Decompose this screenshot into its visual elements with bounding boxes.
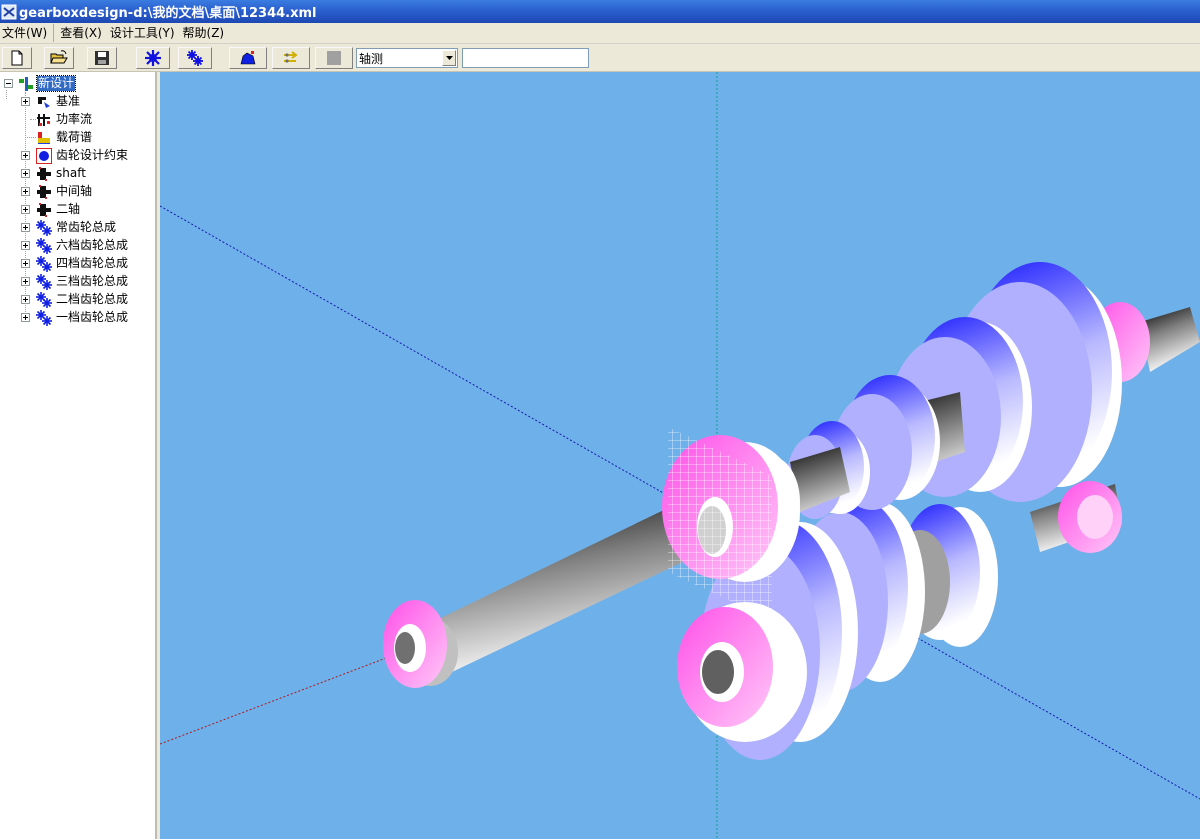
collapse-icon[interactable] bbox=[4, 79, 13, 88]
view-mode-value: 轴测 bbox=[359, 51, 384, 66]
expand-icon[interactable] bbox=[21, 169, 30, 178]
new-file-icon bbox=[11, 50, 23, 66]
tree-node-constant-gear[interactable]: 常齿轮总成 bbox=[0, 219, 150, 237]
tree-node-root[interactable]: 新设计 bbox=[2, 75, 152, 93]
menu-help[interactable]: 帮助(Z) bbox=[181, 24, 229, 42]
tree-node-sixth-gear[interactable]: 六档齿轮总成 bbox=[0, 237, 150, 255]
open-file-button[interactable] bbox=[44, 47, 74, 69]
gear-icon bbox=[36, 256, 52, 272]
gray-square-icon bbox=[327, 51, 341, 65]
tree-node-second-shaft[interactable]: 二轴 bbox=[0, 201, 150, 219]
tree-node-label: 六档齿轮总成 bbox=[56, 238, 129, 252]
gear-pair-icon bbox=[187, 50, 203, 66]
shaft-icon bbox=[37, 167, 51, 181]
open-folder-icon bbox=[50, 50, 68, 64]
gear-icon bbox=[36, 310, 52, 326]
power-flow-icon bbox=[284, 51, 298, 63]
new-file-button[interactable] bbox=[2, 47, 32, 69]
constraint-icon bbox=[36, 148, 52, 164]
expand-icon[interactable] bbox=[21, 259, 30, 268]
gearbox-3d-model bbox=[160, 72, 1200, 839]
gearbox-app-icon bbox=[1, 4, 17, 19]
tree-node-label: 一档齿轮总成 bbox=[56, 310, 129, 324]
expand-icon[interactable] bbox=[21, 223, 30, 232]
toolbar-text-input[interactable] bbox=[462, 48, 589, 68]
expand-icon[interactable] bbox=[21, 151, 30, 160]
tree-node-label: 功率流 bbox=[56, 112, 93, 126]
tree-node-first-gear[interactable]: 一档齿轮总成 bbox=[0, 309, 150, 327]
shaft-icon bbox=[37, 203, 51, 217]
tree-node-label: 三档齿轮总成 bbox=[56, 274, 129, 288]
gear-icon bbox=[36, 292, 52, 308]
gear-star-icon bbox=[145, 50, 161, 66]
expand-icon[interactable] bbox=[21, 277, 30, 286]
tree-node-countershaft[interactable]: 中间轴 bbox=[0, 183, 150, 201]
view-mode-select[interactable]: 轴测 bbox=[356, 48, 458, 68]
gray-tool-button[interactable] bbox=[315, 47, 353, 69]
shaft-icon bbox=[37, 185, 51, 199]
tree-node-third-gear[interactable]: 三档齿轮总成 bbox=[0, 273, 150, 291]
tree-node-label: shaft bbox=[56, 166, 86, 180]
tree-node-label: 中间轴 bbox=[56, 184, 93, 198]
tree-node-root-label: 新设计 bbox=[35, 75, 77, 92]
input-shaft bbox=[383, 507, 708, 688]
design-root-icon bbox=[19, 77, 33, 91]
tree-node-fourth-gear[interactable]: 四档齿轮总成 bbox=[0, 255, 150, 273]
3d-viewport[interactable] bbox=[160, 72, 1200, 839]
tree-node-label: 四档齿轮总成 bbox=[56, 256, 129, 270]
tree-node-second-gear[interactable]: 二档齿轮总成 bbox=[0, 291, 150, 309]
tree-node-label: 二轴 bbox=[56, 202, 81, 216]
gear-icon bbox=[36, 238, 52, 254]
menu-file[interactable]: 文件(W) bbox=[0, 24, 55, 42]
expand-icon[interactable] bbox=[21, 295, 30, 304]
datum-icon bbox=[38, 97, 50, 108]
tree-node-label: 二档齿轮总成 bbox=[56, 292, 129, 306]
menu-bar: 文件(W) 查看(X) 设计工具(Y) 帮助(Z) bbox=[0, 23, 1200, 44]
assembly-button[interactable] bbox=[229, 47, 267, 69]
gear-pair-button[interactable] bbox=[178, 47, 212, 69]
gear-icon bbox=[36, 274, 52, 290]
gear-design-button[interactable] bbox=[136, 47, 170, 69]
expand-icon[interactable] bbox=[21, 205, 30, 214]
expand-icon[interactable] bbox=[21, 241, 30, 250]
load-spectrum-icon bbox=[38, 132, 50, 144]
expand-icon[interactable] bbox=[21, 313, 30, 322]
tree-node-label: 齿轮设计约束 bbox=[56, 148, 129, 162]
power-flow-button[interactable] bbox=[272, 47, 310, 69]
gear-icon bbox=[36, 220, 52, 236]
tree-node-datum[interactable]: 基准 bbox=[0, 93, 150, 111]
power-flow-icon bbox=[37, 114, 50, 126]
tree-node-label: 基准 bbox=[56, 94, 81, 108]
window-title: gearboxdesign-d:\我的文档\桌面\12344.xml bbox=[19, 6, 317, 21]
save-file-button[interactable] bbox=[87, 47, 117, 69]
save-disk-icon bbox=[95, 51, 109, 65]
menu-view[interactable]: 查看(X) bbox=[58, 24, 106, 42]
tree-node-label: 常齿轮总成 bbox=[56, 220, 117, 234]
tree-node-label: 载荷谱 bbox=[56, 130, 93, 144]
menu-design-tools[interactable]: 设计工具(Y) bbox=[108, 24, 179, 42]
tree-node-load-spectrum[interactable]: 载荷谱 bbox=[0, 129, 150, 147]
assembly-icon bbox=[240, 51, 256, 65]
design-tree-panel[interactable]: 新设计 基准 功率流 载荷谱 齿轮设计约束 shaft 中间轴 二轴 常齿轮总成… bbox=[0, 72, 157, 839]
expand-icon[interactable] bbox=[21, 97, 30, 106]
tree-node-gear-constraint[interactable]: 齿轮设计约束 bbox=[0, 147, 150, 165]
expand-icon[interactable] bbox=[21, 187, 30, 196]
tree-node-power-flow[interactable]: 功率流 bbox=[0, 111, 150, 129]
chevron-down-icon[interactable] bbox=[442, 50, 456, 66]
tree-node-shaft[interactable]: shaft bbox=[0, 165, 150, 183]
title-bar: gearboxdesign-d:\我的文档\桌面\12344.xml bbox=[0, 0, 1200, 23]
toolbar: 轴测 bbox=[0, 45, 1200, 72]
